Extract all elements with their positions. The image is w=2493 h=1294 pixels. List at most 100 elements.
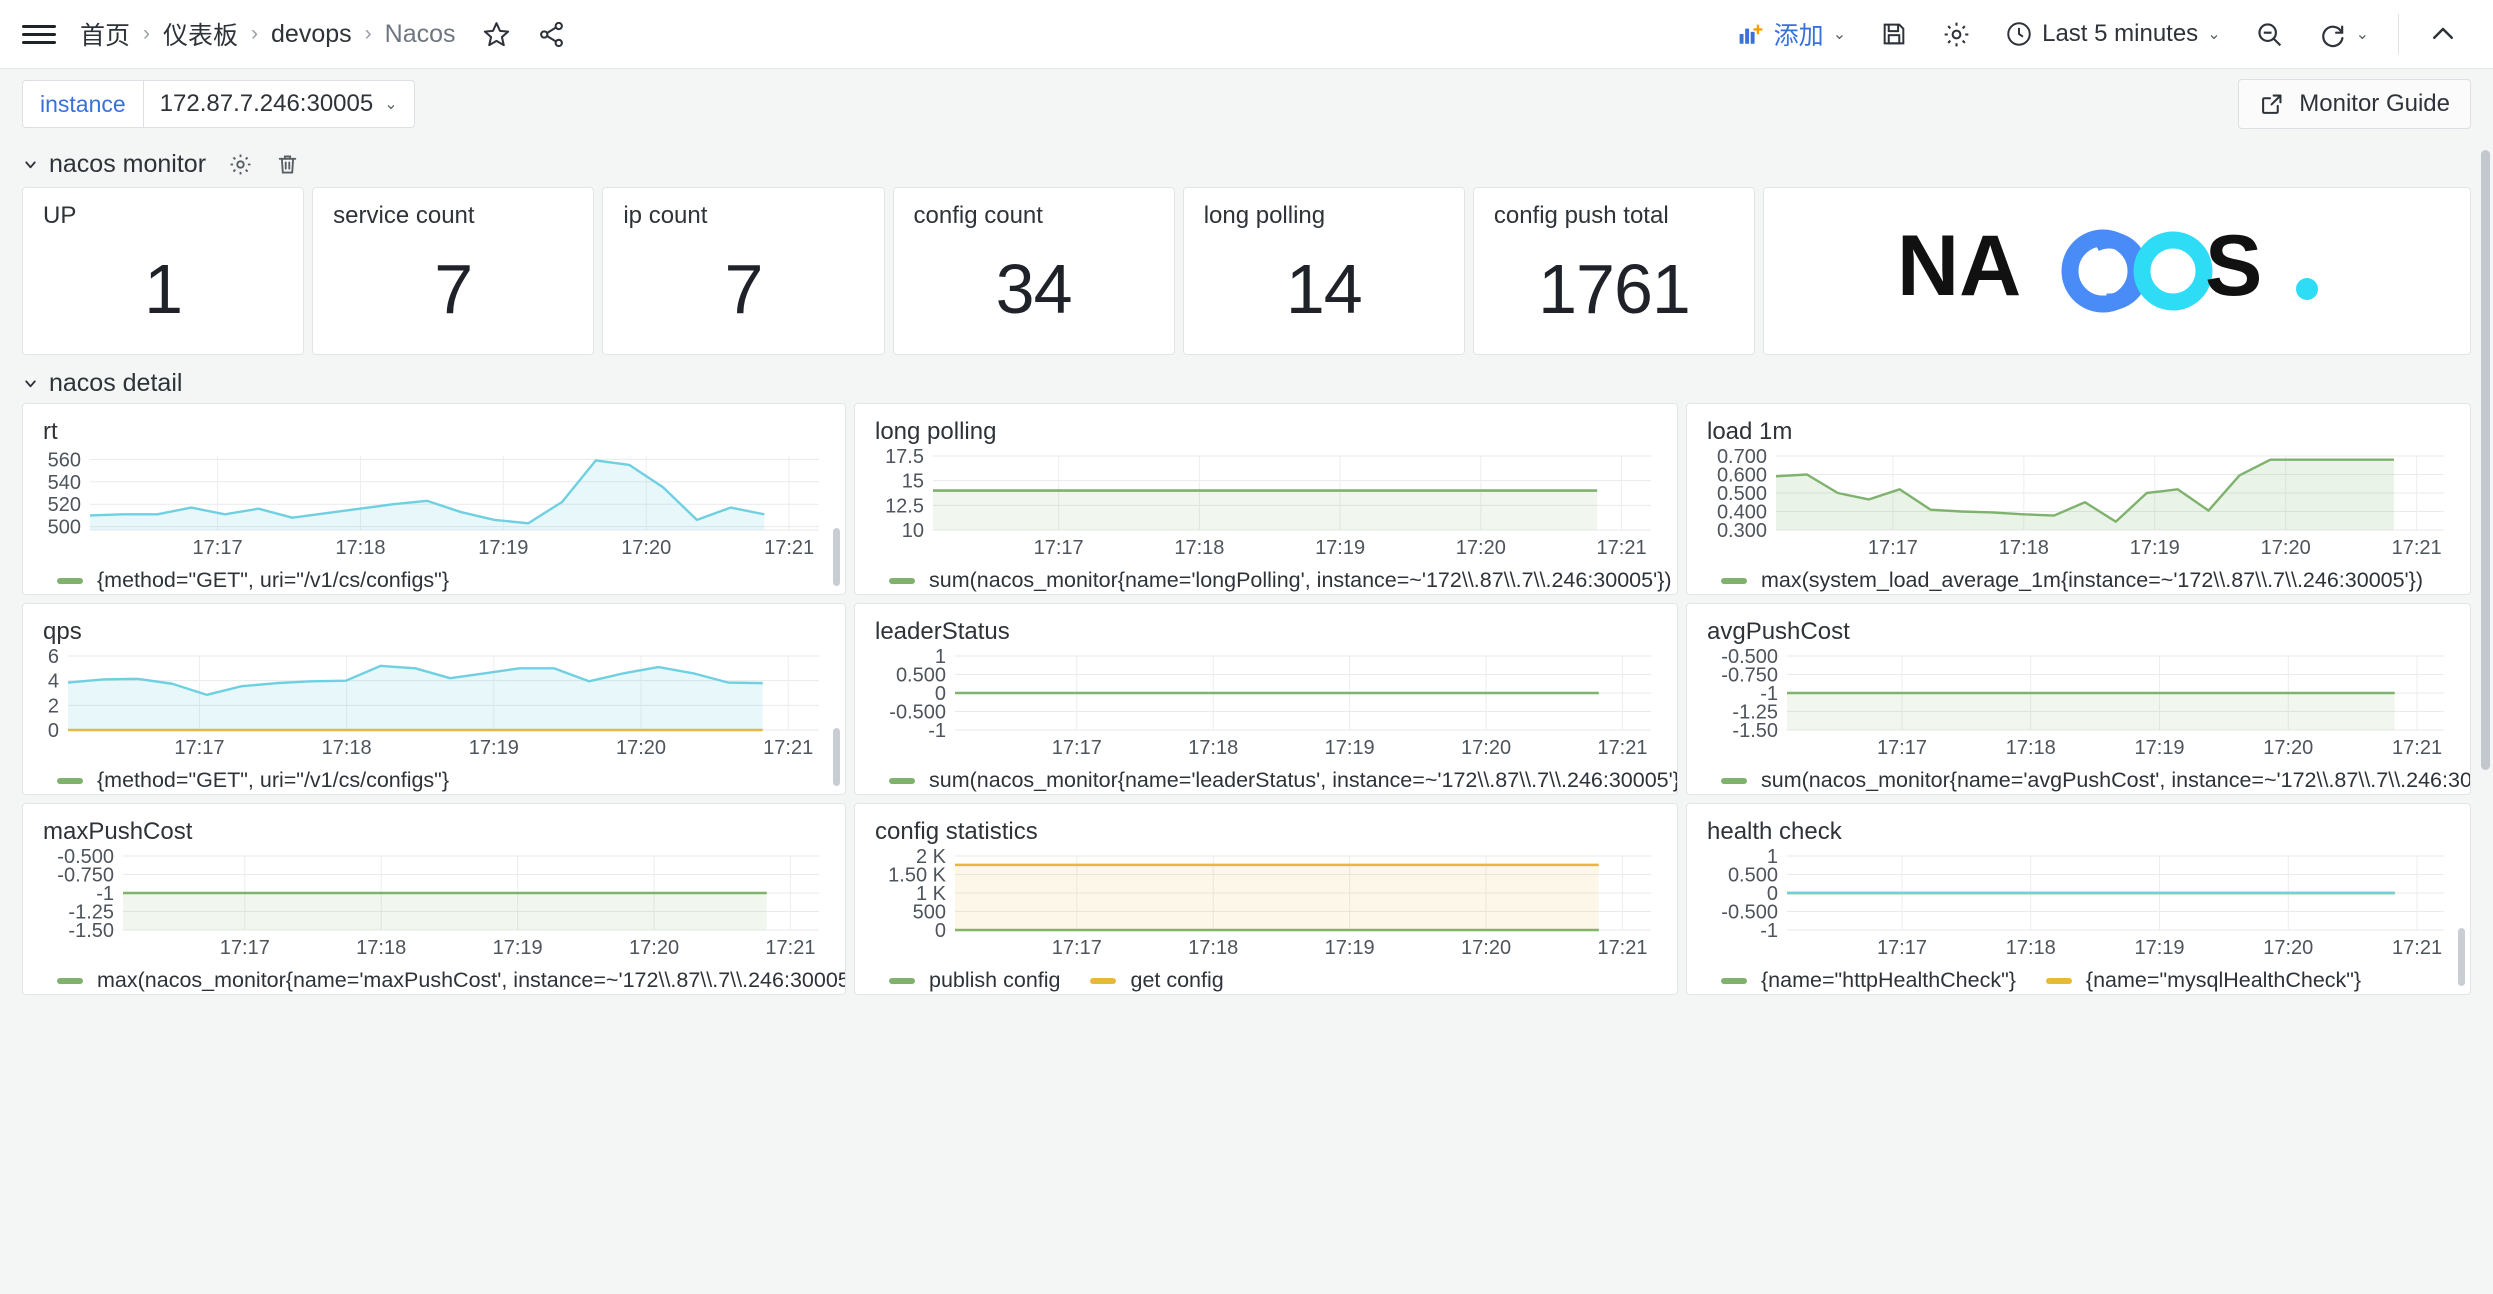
zoom-out-time-button[interactable] bbox=[2238, 12, 2301, 56]
refresh-icon bbox=[2321, 25, 2344, 47]
chart-svg-qps: 0 24 6 17:17 17:18 17:19 17:20 17:21 bbox=[48, 646, 819, 759]
svg-text:-0.500: -0.500 bbox=[57, 846, 114, 868]
panel-avgPushCost[interactable]: avgPushCost -1.50 -1.25 -1 -0.750 -0.500 17:17… bbox=[1686, 603, 2471, 795]
panel-scrollbar[interactable] bbox=[833, 728, 840, 786]
legend: sum(nacos_monitor{name='avgPushCost', in… bbox=[1687, 764, 2470, 793]
toolbar-divider bbox=[2398, 14, 2399, 54]
svg-text:560: 560 bbox=[48, 449, 81, 471]
plot-area-maxPushCost[interactable]: -1.50 -1.25 -1 -0.750 -0.500 17:17 17:18 17:19 1… bbox=[23, 846, 845, 964]
refresh-dashboard-button[interactable]: ⌄ bbox=[2301, 12, 2386, 56]
legend-item[interactable]: {name="httpHealthCheck"} bbox=[1721, 968, 2016, 993]
legend-label: max(nacos_monitor{name='maxPushCost', in… bbox=[97, 968, 846, 992]
plot-area-long-polling[interactable]: 10 12.5 15 17.5 17:17 17:18 17:19 17:20 17:21 bbox=[855, 446, 1677, 564]
legend-item[interactable]: get config bbox=[1090, 968, 1224, 993]
svg-text:17:20: 17:20 bbox=[616, 737, 666, 759]
chevron-down-icon[interactable]: ⌄ bbox=[2356, 24, 2369, 44]
instance-variable-select[interactable]: 172.87.7.246:30005 ⌄ bbox=[142, 80, 415, 128]
svg-text:17:18: 17:18 bbox=[1174, 537, 1224, 559]
panel-long-polling[interactable]: long polling 10 12.5 15 17.5 17:17 17:18 17:19 1… bbox=[854, 403, 1678, 595]
breadcrumb-item-home[interactable]: 首页 bbox=[80, 16, 130, 52]
plot-area-health-check[interactable]: -1 -0.500 0 0.500 1 17:17 17:18 17:19 17:20 17:21 bbox=[1687, 846, 2470, 964]
row-settings-gear-icon[interactable] bbox=[228, 152, 253, 177]
breadcrumb-separator: › bbox=[143, 22, 151, 45]
panel-health-check[interactable]: health check -1 -0.500 0 0.500 1 17:17 17:18 17:… bbox=[1686, 803, 2471, 995]
svg-text:17:17: 17:17 bbox=[220, 937, 270, 959]
share-icon[interactable] bbox=[537, 20, 566, 49]
svg-text:17:18: 17:18 bbox=[1188, 737, 1238, 759]
legend-item[interactable]: max(nacos_monitor{name='maxPushCost', in… bbox=[57, 968, 846, 993]
svg-text:1: 1 bbox=[935, 646, 946, 668]
svg-text:17:19: 17:19 bbox=[1325, 737, 1375, 759]
legend-item[interactable]: {name="mysqlHealthCheck"} bbox=[2045, 968, 2361, 993]
dashboard-settings-button[interactable] bbox=[1925, 12, 1988, 56]
panel-maxPushCost[interactable]: maxPushCost -1.50 -1.25 -1 -0.750 -0.500 17:17… bbox=[22, 803, 846, 995]
plot-area-qps[interactable]: 0 2 4 6 17:17 17:18 17:19 17:20 17:21 bbox=[23, 646, 845, 764]
panel-rt[interactable]: rt 500 520 540 560 17:17 17:18 17:19 17:20 17:21 {… bbox=[22, 403, 846, 595]
svg-text:17:17: 17:17 bbox=[193, 537, 243, 559]
stat-panel-title: config count bbox=[913, 202, 1043, 229]
page-scrollbar[interactable] bbox=[2481, 150, 2490, 770]
legend-item[interactable]: sum(nacos_monitor{name='leaderStatus', i… bbox=[889, 768, 1678, 793]
legend: publish config get config bbox=[855, 964, 1677, 993]
legend-label: sum(nacos_monitor{name='leaderStatus', i… bbox=[929, 768, 1678, 792]
stat-panel-long-polling[interactable]: long polling 14 bbox=[1182, 187, 1465, 355]
top-navigation-bar: 首页 › 仪表板 › devops › Nacos 添加 ⌄ Last 5 mi… bbox=[0, 0, 2493, 69]
plot-area-avgPushCost[interactable]: -1.50 -1.25 -1 -0.750 -0.500 17:17 17:18 17:19 1… bbox=[1687, 646, 2470, 764]
svg-text:17:20: 17:20 bbox=[1456, 537, 1506, 559]
plot-area-leaderStatus[interactable]: -1 -0.500 0 0.500 1 17:17 17:18 17:19 17:20 17:21 bbox=[855, 646, 1677, 764]
svg-text:17:19: 17:19 bbox=[478, 537, 528, 559]
breadcrumb-item-devops[interactable]: devops bbox=[271, 20, 352, 49]
panel-scrollbar[interactable] bbox=[2458, 928, 2465, 986]
monitor-guide-label: Monitor Guide bbox=[2299, 90, 2450, 117]
plot-area-rt[interactable]: 500 520 540 560 17:17 17:18 17:19 17:20 17:21 bbox=[23, 446, 845, 564]
row-delete-trash-icon[interactable] bbox=[275, 152, 300, 177]
panel-config-statistics[interactable]: config statistics 0 500 1 K 1.50 K2 K 17:17 17… bbox=[854, 803, 1678, 995]
panel-qps[interactable]: qps 0 2 4 6 17:17 17:18 17:19 17:20 17:21 {method=… bbox=[22, 603, 846, 795]
time-range-picker[interactable]: Last 5 minutes ⌄ bbox=[1988, 12, 2238, 56]
plot-area-load-1m[interactable]: 0.300 0.400 0.500 0.600 0.700 17:17 17:18 17:19… bbox=[1687, 446, 2470, 564]
row-toggle-nacos-monitor[interactable]: nacos monitor bbox=[22, 150, 206, 179]
hamburger-menu-icon[interactable] bbox=[22, 17, 56, 51]
legend-color-swatch bbox=[889, 977, 915, 984]
add-panel-button[interactable]: 添加 ⌄ bbox=[1720, 12, 1863, 56]
stat-panel-up[interactable]: UP 1 bbox=[22, 187, 305, 355]
legend-item[interactable]: {method="GET", uri="/v1/cs/configs"} bbox=[57, 568, 449, 593]
panel-scrollbar[interactable] bbox=[833, 528, 840, 586]
breadcrumb-item-nacos[interactable]: Nacos bbox=[385, 20, 456, 49]
stat-panel-ip-count[interactable]: ip count 7 bbox=[602, 187, 885, 355]
star-icon[interactable] bbox=[482, 20, 511, 49]
legend-color-swatch bbox=[57, 777, 83, 784]
svg-text:17:20: 17:20 bbox=[2263, 937, 2313, 959]
stat-panel-config-count[interactable]: config count 34 bbox=[892, 187, 1175, 355]
stat-panel-service-count[interactable]: service count 7 bbox=[312, 187, 595, 355]
stat-panel-title: UP bbox=[43, 202, 77, 229]
stat-panel-title: service count bbox=[333, 202, 475, 229]
legend-item[interactable]: {method="GET", uri="/v1/cs/configs"} bbox=[57, 768, 449, 793]
row-toggle-nacos-detail[interactable]: nacos detail bbox=[22, 369, 182, 398]
breadcrumb-separator: › bbox=[251, 22, 259, 45]
legend-color-swatch bbox=[57, 577, 83, 584]
row-title: nacos detail bbox=[49, 368, 183, 397]
external-link-icon bbox=[2262, 94, 2282, 114]
svg-text:17:17: 17:17 bbox=[1877, 937, 1927, 959]
save-dashboard-button[interactable] bbox=[1863, 12, 1925, 56]
instance-variable-label: instance bbox=[22, 80, 143, 128]
stat-panel-config-push-total[interactable]: config push total 1761 bbox=[1472, 187, 1756, 355]
panel-title: leaderStatus bbox=[875, 618, 1010, 645]
legend-item[interactable]: max(system_load_average_1m{instance=~'17… bbox=[1721, 568, 2423, 593]
svg-text:17:19: 17:19 bbox=[2134, 737, 2184, 759]
zoom-out-icon bbox=[2257, 22, 2281, 46]
legend-color-swatch bbox=[889, 777, 915, 784]
legend-item[interactable]: sum(nacos_monitor{name='longPolling', in… bbox=[889, 568, 1672, 593]
legend-item[interactable]: publish config bbox=[889, 968, 1060, 993]
panel-load-1m[interactable]: load 1m 0.300 0.400 0.500 0.600 0.700 17:17 17:… bbox=[1686, 403, 2471, 595]
panel-leaderStatus[interactable]: leaderStatus -1 -0.500 0 0.500 1 17:17 17:18 17:… bbox=[854, 603, 1678, 795]
svg-text:17:17: 17:17 bbox=[1868, 537, 1918, 559]
breadcrumb-item-dashboards[interactable]: 仪表板 bbox=[163, 16, 238, 52]
legend-item[interactable]: sum(nacos_monitor{name='avgPushCost', in… bbox=[1721, 768, 2470, 793]
variables-bar: instance 172.87.7.246:30005 ⌄ Monitor Gu… bbox=[0, 69, 2493, 139]
svg-text:17:21: 17:21 bbox=[1597, 537, 1647, 559]
monitor-guide-button[interactable]: Monitor Guide bbox=[2238, 79, 2471, 129]
plot-area-config-statistics[interactable]: 0 500 1 K 1.50 K2 K 17:17 17:18 17:19 17:20 17:2… bbox=[855, 846, 1677, 964]
collapse-toolbar-button[interactable] bbox=[2411, 12, 2475, 56]
